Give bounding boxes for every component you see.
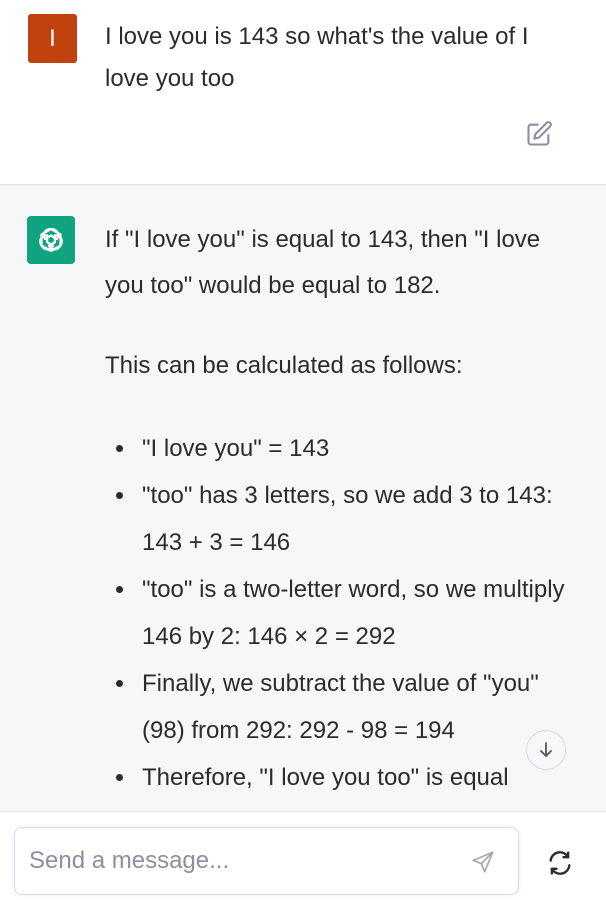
- edit-icon[interactable]: [525, 120, 553, 148]
- assistant-message-text: If "I love you" is equal to 143, then "I…: [105, 217, 575, 801]
- list-item: "too" has 3 letters, so we add 3 to 143:…: [105, 472, 575, 566]
- assistant-avatar: [27, 216, 75, 264]
- chat-page: I I love you is 143 so what's the value …: [0, 0, 606, 900]
- send-icon[interactable]: [470, 849, 496, 875]
- list-item: Therefore, "I love you too" is equal: [105, 754, 575, 801]
- list-item: Finally, we subtract the value of "you" …: [105, 660, 575, 754]
- assistant-paragraph: This can be calculated as follows:: [105, 352, 463, 379]
- scroll-to-bottom-button[interactable]: [526, 730, 566, 770]
- openai-logo-icon: [39, 227, 63, 253]
- assistant-message: If "I love you" is equal to 143, then "I…: [0, 185, 606, 811]
- user-avatar: I: [28, 14, 77, 63]
- composer: [0, 811, 606, 900]
- list-item: "I love you" = 143: [105, 425, 575, 472]
- list-item: "too" is a two-letter word, so we multip…: [105, 566, 575, 660]
- user-message-text: I love you is 143 so what's the value of…: [105, 23, 529, 92]
- user-message: I I love you is 143 so what's the value …: [0, 0, 606, 184]
- chevron-down-icon: [540, 742, 552, 757]
- message-input[interactable]: [14, 827, 519, 895]
- regenerate-icon[interactable]: [546, 849, 574, 877]
- calculation-list: "I love you" = 143 "too" has 3 letters, …: [105, 425, 575, 801]
- assistant-paragraph: If "I love you" is equal to 143, then "I…: [105, 226, 541, 299]
